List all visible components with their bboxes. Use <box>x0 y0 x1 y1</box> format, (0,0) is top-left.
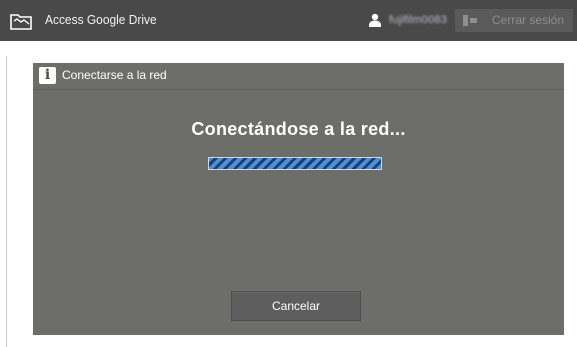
logout-button[interactable]: Cerrar sesión <box>455 9 573 32</box>
logout-label: Cerrar sesión <box>492 13 565 27</box>
progress-bar <box>208 157 382 170</box>
network-dialog: i Conectarse a la red Conectándose a la … <box>33 63 564 335</box>
connecting-message: Conectándose a la red... <box>191 119 406 139</box>
info-icon: i <box>39 67 56 84</box>
dialog-title: Conectarse a la red <box>62 68 167 82</box>
user-icon <box>369 13 381 27</box>
dialog-header: i Conectarse a la red <box>33 63 564 90</box>
logout-icon <box>463 15 477 26</box>
title-bar: Access Google Drive fujifilm0083 Cerrar … <box>0 0 577 41</box>
page-background <box>0 41 577 56</box>
cancel-button[interactable]: Cancelar <box>231 291 361 321</box>
folder-icon <box>10 14 32 30</box>
left-divider <box>6 56 7 347</box>
progress-fill <box>209 158 381 169</box>
app-title: Access Google Drive <box>45 12 157 27</box>
user-name: fujifilm0083 <box>389 14 448 26</box>
